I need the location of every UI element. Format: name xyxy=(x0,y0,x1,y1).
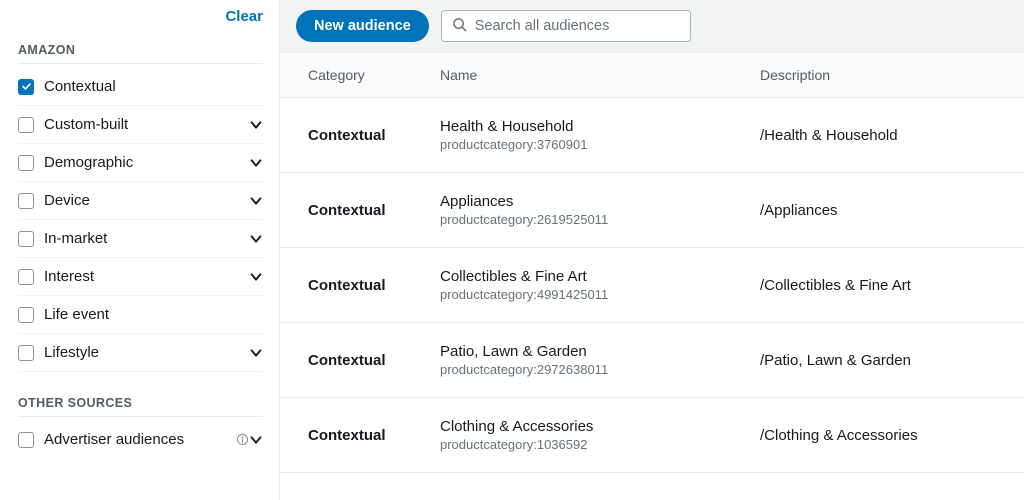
audience-name: Collectibles & Fine Art xyxy=(440,268,760,285)
filter-label: In-market xyxy=(44,230,249,247)
cell-description: /Collectibles & Fine Art xyxy=(760,277,1024,294)
new-audience-button[interactable]: New audience xyxy=(296,10,429,42)
cell-category: Contextual xyxy=(280,427,440,444)
filter-label: Demographic xyxy=(44,154,249,171)
filter-checkbox[interactable] xyxy=(18,117,34,133)
search-field-wrap[interactable] xyxy=(441,10,691,42)
filter-label: Custom-built xyxy=(44,116,249,133)
table-row[interactable]: ContextualCollectibles & Fine Art product… xyxy=(280,248,1024,323)
audience-code: productcategory:2619525011 xyxy=(440,212,760,227)
chevron-down-icon[interactable] xyxy=(249,194,263,208)
filter-checkbox[interactable] xyxy=(18,345,34,361)
chevron-down-icon[interactable] xyxy=(249,346,263,360)
column-header-name[interactable]: Name xyxy=(440,67,760,83)
filter-label: Lifestyle xyxy=(44,344,249,361)
filter-checkbox[interactable] xyxy=(18,193,34,209)
cell-category: Contextual xyxy=(280,127,440,144)
filter-checkbox[interactable] xyxy=(18,432,34,448)
info-icon[interactable] xyxy=(235,433,249,447)
filter-checkbox[interactable] xyxy=(18,79,34,95)
chevron-down-icon[interactable] xyxy=(249,118,263,132)
cell-category: Contextual xyxy=(280,352,440,369)
cell-name: Patio, Lawn & Garden productcategory:2972… xyxy=(440,343,760,377)
cell-name: Health & Household productcategory:376090… xyxy=(440,118,760,152)
table-header: Category Name Description xyxy=(280,53,1024,98)
filter-label: Contextual xyxy=(44,78,263,95)
audience-code: productcategory:3760901 xyxy=(440,137,760,152)
filter-item[interactable]: Lifestyle xyxy=(18,334,263,372)
filter-item[interactable]: Custom-built xyxy=(18,106,263,144)
cell-description: /Clothing & Accessories xyxy=(760,427,1024,444)
filter-label: Device xyxy=(44,192,249,209)
cell-description: /Health & Household xyxy=(760,127,1024,144)
column-header-category[interactable]: Category xyxy=(280,67,440,83)
search-icon xyxy=(452,17,473,35)
filter-label: Interest xyxy=(44,268,249,285)
column-header-description[interactable]: Description xyxy=(760,67,1024,83)
table-row[interactable]: ContextualAppliances productcategory:2619… xyxy=(280,173,1024,248)
filter-label: Advertiser audiences xyxy=(44,431,231,448)
cell-name: Appliances productcategory:2619525011 xyxy=(440,193,760,227)
chevron-down-icon[interactable] xyxy=(249,433,263,447)
search-input[interactable] xyxy=(473,17,680,35)
filter-checkbox[interactable] xyxy=(18,231,34,247)
cell-category: Contextual xyxy=(280,277,440,294)
chevron-down-icon[interactable] xyxy=(249,270,263,284)
filter-checkbox[interactable] xyxy=(18,307,34,323)
cell-name: Clothing & Accessories productcategory:10… xyxy=(440,418,760,452)
filter-item[interactable]: Life event xyxy=(18,296,263,334)
sidebar-section-header: AMAZON xyxy=(18,35,263,64)
filter-sidebar: Clear AMAZON Contextual Custom-built Demogr… xyxy=(0,0,280,500)
audience-code: productcategory:1036592 xyxy=(440,437,760,452)
table-row[interactable]: ContextualClothing & Accessories productc… xyxy=(280,398,1024,473)
audience-name: Clothing & Accessories xyxy=(440,418,760,435)
audience-name: Patio, Lawn & Garden xyxy=(440,343,760,360)
audience-code: productcategory:2972638011 xyxy=(440,362,760,377)
filter-checkbox[interactable] xyxy=(18,269,34,285)
main-panel: New audience Category Name Description C… xyxy=(280,0,1024,500)
chevron-down-icon[interactable] xyxy=(249,232,263,246)
sidebar-section-header: OTHER SOURCES xyxy=(18,388,263,417)
table-row[interactable]: ContextualHealth & Household productcateg… xyxy=(280,98,1024,173)
filter-item[interactable]: Device xyxy=(18,182,263,220)
toolbar: New audience xyxy=(280,0,1024,53)
cell-name: Collectibles & Fine Art productcategory:4… xyxy=(440,268,760,302)
chevron-down-icon[interactable] xyxy=(249,156,263,170)
audience-name: Health & Household xyxy=(440,118,760,135)
filter-item[interactable]: Demographic xyxy=(18,144,263,182)
table-body: ContextualHealth & Householdproductcateg… xyxy=(280,98,1024,500)
filter-item[interactable]: Contextual xyxy=(18,68,263,106)
filter-label: Life event xyxy=(44,306,263,323)
cell-description: /Appliances xyxy=(760,202,1024,219)
audience-name: Appliances xyxy=(440,193,760,210)
cell-category: Contextual xyxy=(280,202,440,219)
filter-item[interactable]: Advertiser audiences xyxy=(18,421,263,458)
filter-item[interactable]: In-market xyxy=(18,220,263,258)
table-row[interactable]: ContextualPatio, Lawn & Garden productcat… xyxy=(280,323,1024,398)
filter-item[interactable]: Interest xyxy=(18,258,263,296)
cell-description: /Patio, Lawn & Garden xyxy=(760,352,1024,369)
audience-code: productcategory:4991425011 xyxy=(440,287,760,302)
clear-filters-link[interactable]: Clear xyxy=(225,8,263,25)
filter-checkbox[interactable] xyxy=(18,155,34,171)
